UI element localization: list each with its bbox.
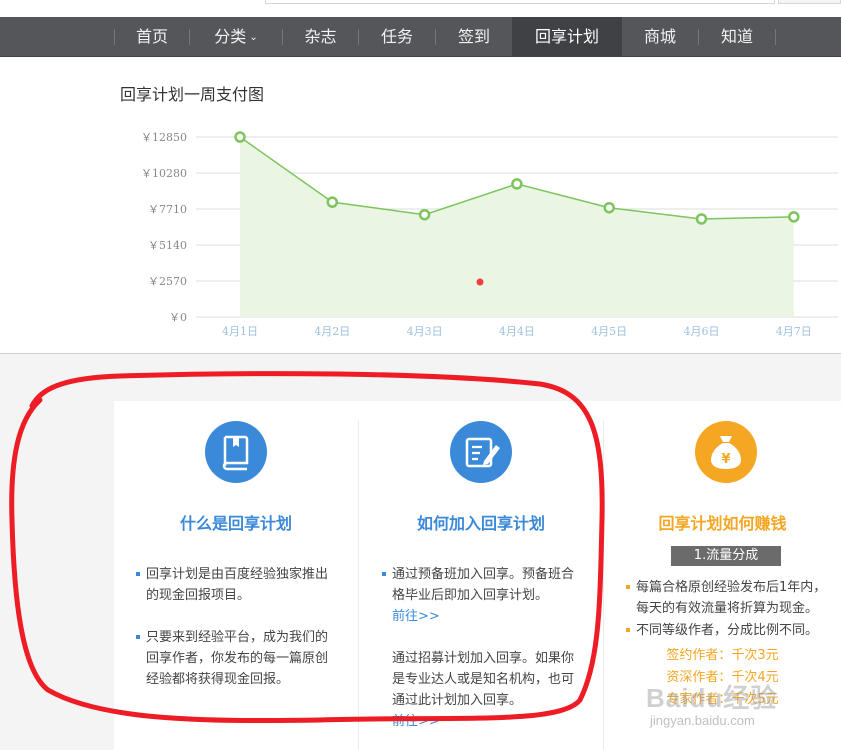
book-icon xyxy=(205,421,267,483)
bullet-dot xyxy=(626,585,630,589)
x-tick-label: 4月4日 xyxy=(499,325,535,338)
money-bag-icon: ¥ xyxy=(695,421,757,483)
chevron-down-icon: ⌄ xyxy=(249,32,258,43)
y-tick-label: ￥5140 xyxy=(148,239,187,252)
data-point xyxy=(788,211,800,223)
x-tick-label: 4月5日 xyxy=(591,325,627,338)
edit-document-icon xyxy=(450,421,512,483)
y-tick-label: ￥0 xyxy=(169,311,187,324)
nav-item-zhidao[interactable]: 知道 xyxy=(699,17,775,57)
list-item: 只要来到经验平台，成为我们的回享作者，你发布的每一篇原创经验都将获得现金回报。 xyxy=(136,627,336,690)
nav-separator xyxy=(775,29,776,45)
nav-item-category[interactable]: 分类 ⌄ xyxy=(190,17,282,57)
data-point xyxy=(326,196,339,208)
baidu-watermark: Baidu经验 jingyan.baidu.com xyxy=(628,675,808,735)
list-item: 通过预备班加入回享。预备班合格毕业后即加入回享计划。 前往>> xyxy=(382,564,584,627)
carousel-dots xyxy=(683,743,803,750)
list-item: 通过招募计划加入回享。如果你是专业达人或是知名机构，也可通过此计划加入回享。 前… xyxy=(392,648,584,730)
svg-text:¥: ¥ xyxy=(721,452,730,467)
x-tick-label: 4月7日 xyxy=(776,325,812,338)
x-tick-label: 4月2日 xyxy=(314,325,350,338)
nav-item-tasks[interactable]: 任务 xyxy=(359,17,435,57)
payment-chart: ￥0 ￥2570 ￥5140 ￥7710 ￥10280 ￥12850 4月1日 4月2日 4月3… xyxy=(141,131,838,338)
nav-item-checkin[interactable]: 签到 xyxy=(436,17,512,57)
x-tick-label: 4月6日 xyxy=(684,325,720,338)
how-to-earn-title: 回享计划如何赚钱 xyxy=(658,514,787,533)
column-separator xyxy=(358,420,359,750)
data-point xyxy=(511,178,523,190)
x-tick-label: 4月1日 xyxy=(222,325,258,338)
bullet-dot xyxy=(136,635,140,639)
data-point xyxy=(603,201,615,214)
bullet-dot xyxy=(136,572,140,576)
search-button[interactable] xyxy=(778,0,841,4)
chart-title: 回享计划一周支付图 xyxy=(120,85,265,104)
nav-item-huixiang[interactable]: 回享计划 xyxy=(512,17,622,57)
red-cursor-dot xyxy=(476,278,484,286)
what-is-title: 什么是回享计划 xyxy=(179,514,292,533)
bullet-dot xyxy=(626,628,630,632)
nav-item-magazine[interactable]: 杂志 xyxy=(283,17,358,57)
data-point xyxy=(695,213,708,225)
tier-signed: 签约作者：千次3元 xyxy=(666,648,779,663)
search-input[interactable] xyxy=(265,0,775,4)
bullet-dot xyxy=(382,572,386,576)
list-item: 不同等级作者，分成比例不同。 xyxy=(626,620,836,641)
watermark-url: jingyan.baidu.com xyxy=(650,713,755,728)
y-tick-label: ￥7710 xyxy=(148,203,187,216)
y-tick-label: ￥10280 xyxy=(141,167,187,180)
nav-item-mall[interactable]: 商城 xyxy=(622,17,698,57)
series-area xyxy=(240,137,794,317)
go-recruit-link[interactable]: 前往>> xyxy=(392,714,440,729)
how-to-join-title: 如何加入回享计划 xyxy=(416,514,545,533)
go-prep-class-link[interactable]: 前往>> xyxy=(392,609,440,624)
data-point xyxy=(418,208,431,221)
watermark-brand: Baidu经验 xyxy=(646,683,778,713)
data-point xyxy=(234,131,246,143)
nav-item-home[interactable]: 首页 xyxy=(115,17,189,57)
list-item: 回享计划是由百度经验独家推出的现金回报项目。 xyxy=(136,564,336,606)
top-strip xyxy=(0,0,841,17)
list-item: 每篇合格原创经验发布后1年内，每天的有效流量将折算为现金。 xyxy=(626,577,836,619)
main-nav: 首页 分类 ⌄ 杂志 任务 签到 回享计划 商城 知道 xyxy=(0,17,841,57)
traffic-share-tag: 1.流量分成 xyxy=(671,546,781,566)
y-tick-label: ￥12850 xyxy=(141,131,187,144)
y-tick-label: ￥2570 xyxy=(148,275,187,288)
x-tick-label: 4月3日 xyxy=(407,325,443,338)
